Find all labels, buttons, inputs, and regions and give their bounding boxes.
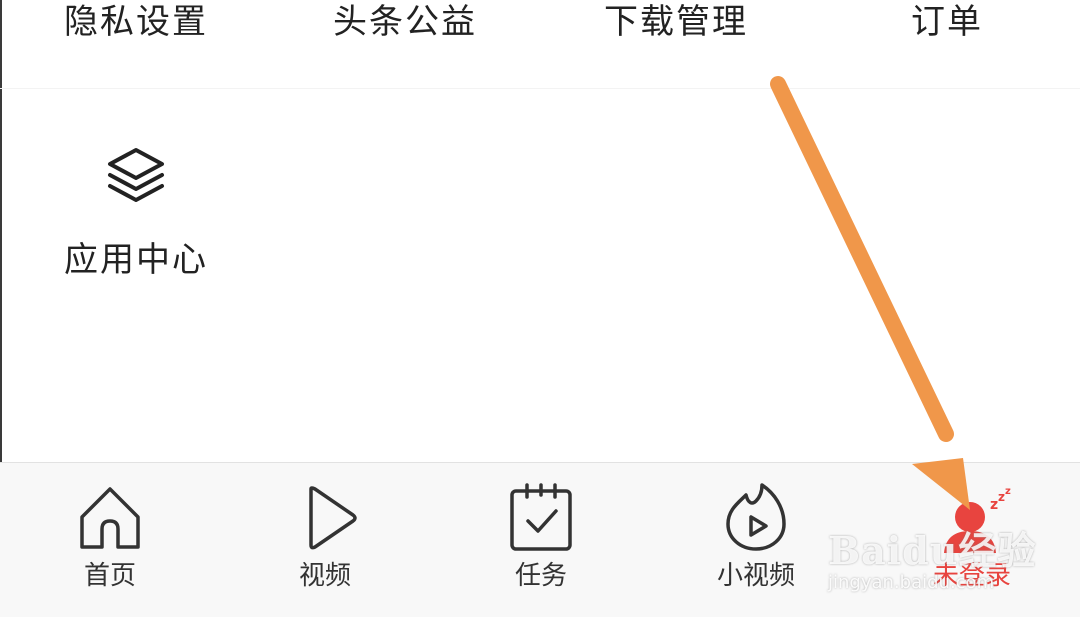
section-divider [0,88,1080,89]
svg-text:z: z [990,497,998,513]
home-icon [80,487,140,549]
page: 隐私设置 头条公益 下载管理 订单 应用中心 首页 视频 任务 小视频 z z … [0,0,1080,617]
tab-not-logged-in-label: 未登录 [932,561,1011,591]
tab-home[interactable]: 首页 [30,463,190,617]
menu-item-orders[interactable]: 订单 [911,0,983,43]
tab-short-video-label: 小视频 [716,561,795,591]
svg-text:z: z [1005,486,1011,497]
app-center-label: 应用中心 [64,240,208,280]
bottom-tab-bar: 首页 视频 任务 小视频 z z z 未登录 [0,462,1080,617]
tab-short-video[interactable]: 小视频 [676,463,836,617]
tab-home-label: 首页 [83,561,136,591]
tab-tasks-label: 任务 [514,561,567,591]
flame-play-icon [726,483,786,551]
menu-item-download-management[interactable]: 下载管理 [604,0,748,43]
app-center-entry[interactable]: 应用中心 [60,140,220,280]
tab-video-label: 视频 [298,561,351,591]
menu-item-privacy-settings[interactable]: 隐私设置 [64,0,208,43]
tab-not-logged-in[interactable]: z z z 未登录 [892,463,1052,617]
sleeping-user-icon: z z z [944,486,1011,553]
settings-menu-row: 隐私设置 头条公益 下载管理 订单 [0,0,1080,88]
menu-item-toutiao-charity[interactable]: 头条公益 [333,0,477,43]
tab-tasks[interactable]: 任务 [461,463,621,617]
tab-video[interactable]: 视频 [245,463,405,617]
layers-icon [108,148,164,202]
task-calendar-icon [510,483,572,551]
play-icon [309,486,357,550]
svg-text:z: z [998,490,1005,504]
